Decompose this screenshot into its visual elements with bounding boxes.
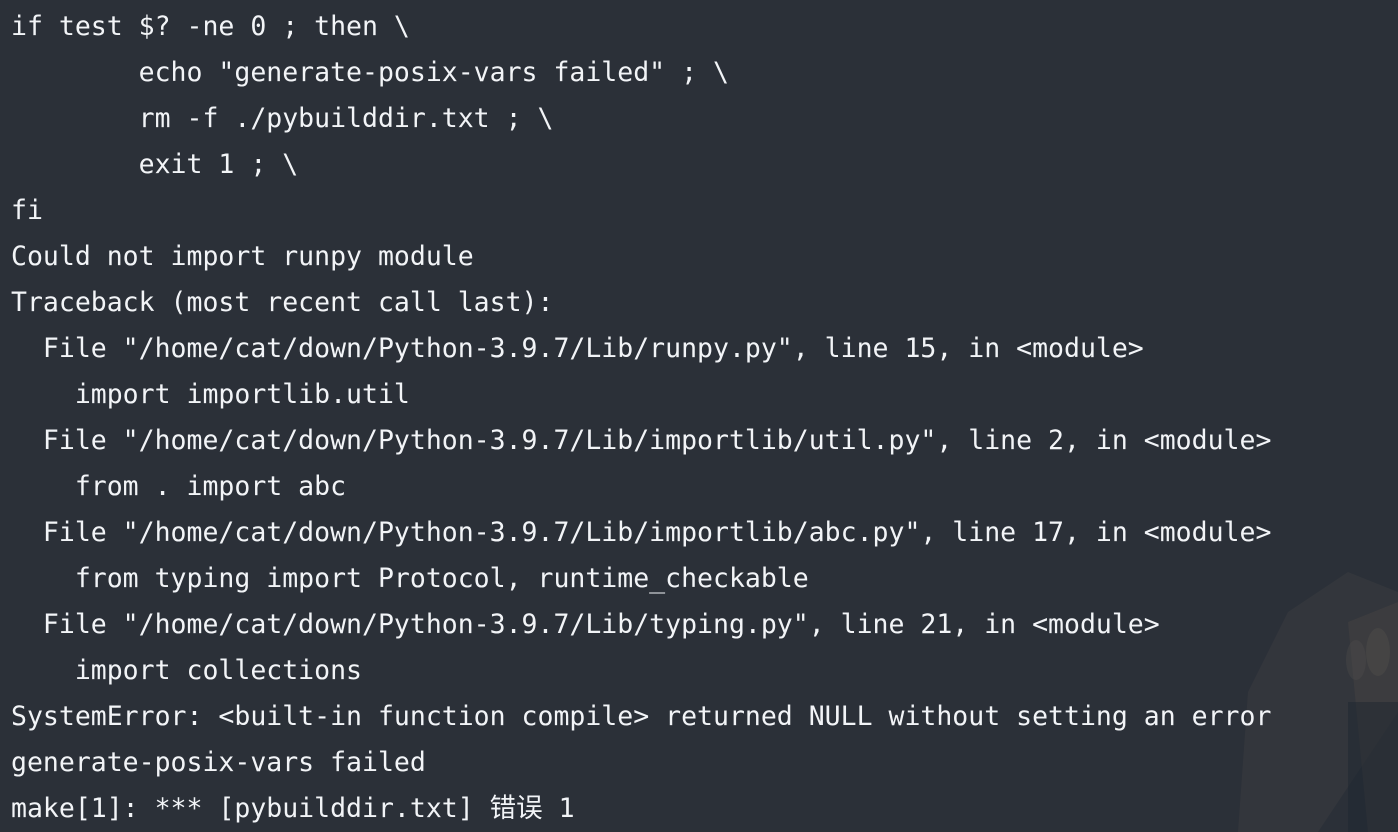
terminal-line: exit 1 ; \ bbox=[11, 149, 299, 180]
terminal-line: import collections bbox=[11, 655, 362, 686]
terminal-line: Could not import runpy module bbox=[11, 241, 474, 272]
terminal-line: Traceback (most recent call last): bbox=[11, 287, 554, 318]
terminal-line: File "/home/cat/down/Python-3.9.7/Lib/im… bbox=[11, 517, 1272, 548]
terminal-line: echo "generate-posix-vars failed" ; \ bbox=[11, 57, 729, 88]
terminal-line: File "/home/cat/down/Python-3.9.7/Lib/ty… bbox=[11, 609, 1160, 640]
terminal-error-line: SystemError: <built-in function compile>… bbox=[11, 701, 1272, 732]
terminal-line: import importlib.util bbox=[11, 379, 410, 410]
terminal-line: from . import abc bbox=[11, 471, 347, 502]
terminal-window[interactable]: if test $? -ne 0 ; then \ echo "generate… bbox=[0, 0, 1398, 832]
terminal-line: File "/home/cat/down/Python-3.9.7/Lib/im… bbox=[11, 425, 1272, 456]
terminal-line: make[1]: *** [pybuilddir.txt] 错误 1 bbox=[11, 793, 575, 824]
terminal-line: if test $? -ne 0 ; then \ bbox=[11, 11, 410, 42]
terminal-line: generate-posix-vars failed bbox=[11, 747, 426, 778]
terminal-line: File "/home/cat/down/Python-3.9.7/Lib/ru… bbox=[11, 333, 1144, 364]
terminal-line: from typing import Protocol, runtime_che… bbox=[11, 563, 809, 594]
terminal-line: rm -f ./pybuilddir.txt ; \ bbox=[11, 103, 554, 134]
terminal-line: fi bbox=[11, 195, 43, 226]
background-wallpaper-art bbox=[1238, 572, 1398, 832]
